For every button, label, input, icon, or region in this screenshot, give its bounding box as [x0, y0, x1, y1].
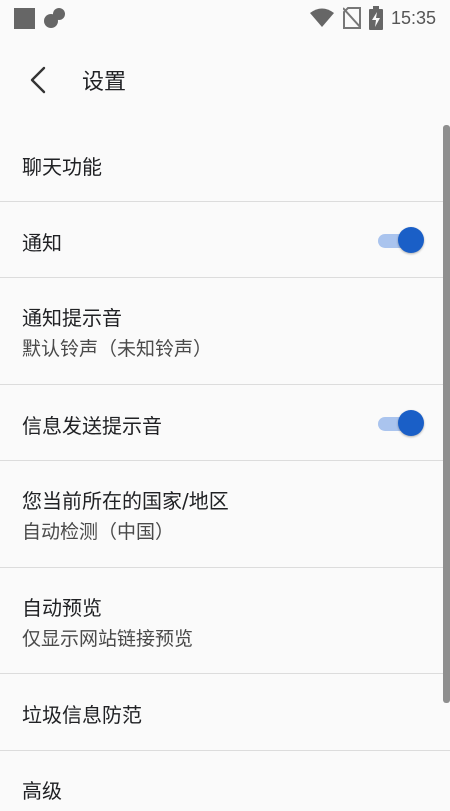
back-button[interactable] [22, 62, 58, 98]
status-bar: 15:35 [0, 0, 450, 36]
status-time: 15:35 [390, 7, 436, 28]
page-title: 设置 [82, 70, 127, 95]
battery-charging-icon [368, 6, 383, 30]
scrollbar[interactable] [443, 125, 450, 703]
setting-title: 信息发送提示音 [22, 414, 162, 438]
setting-title: 自动预览 [22, 596, 102, 620]
message-send-sound-toggle[interactable] [378, 409, 424, 437]
setting-title: 垃圾信息防范 [22, 703, 142, 727]
setting-message-send-sound[interactable]: 信息发送提示音 [0, 385, 450, 461]
setting-auto-preview[interactable]: 自动预览 仅显示网站链接预览 [0, 568, 450, 674]
setting-subtitle: 默认铃声（未知铃声） [22, 338, 213, 360]
setting-subtitle: 仅显示网站链接预览 [22, 628, 194, 650]
setting-spam-protection[interactable]: 垃圾信息防范 [0, 674, 450, 751]
notification-square-icon [14, 7, 35, 29]
setting-chat-features[interactable]: 聊天功能 [0, 125, 450, 202]
toggle-thumb [398, 410, 424, 436]
setting-title: 通知 [22, 231, 62, 255]
setting-title: 聊天功能 [22, 155, 102, 179]
toolbar: 设置 [0, 36, 450, 124]
setting-advanced[interactable]: 高级 [0, 751, 450, 811]
chevron-left-icon [30, 66, 46, 94]
setting-country-region[interactable]: 您当前所在的国家/地区 自动检测（中国） [0, 461, 450, 568]
setting-title: 您当前所在的国家/地区 [22, 489, 229, 513]
setting-notification-sound[interactable]: 通知提示音 默认铃声（未知铃声） [0, 278, 450, 385]
setting-notifications[interactable]: 通知 [0, 202, 450, 278]
settings-list: 聊天功能 通知 通知提示音 默认铃声（未知铃声） 信息发送提示音 您当前所在的国… [0, 125, 450, 811]
setting-subtitle: 自动检测（中国） [22, 521, 175, 543]
notifications-toggle[interactable] [378, 226, 424, 254]
wifi-icon [309, 8, 334, 27]
no-sim-icon [342, 7, 361, 29]
toggle-thumb [398, 227, 424, 253]
cloud-icon [44, 8, 65, 28]
setting-title: 通知提示音 [22, 306, 122, 330]
